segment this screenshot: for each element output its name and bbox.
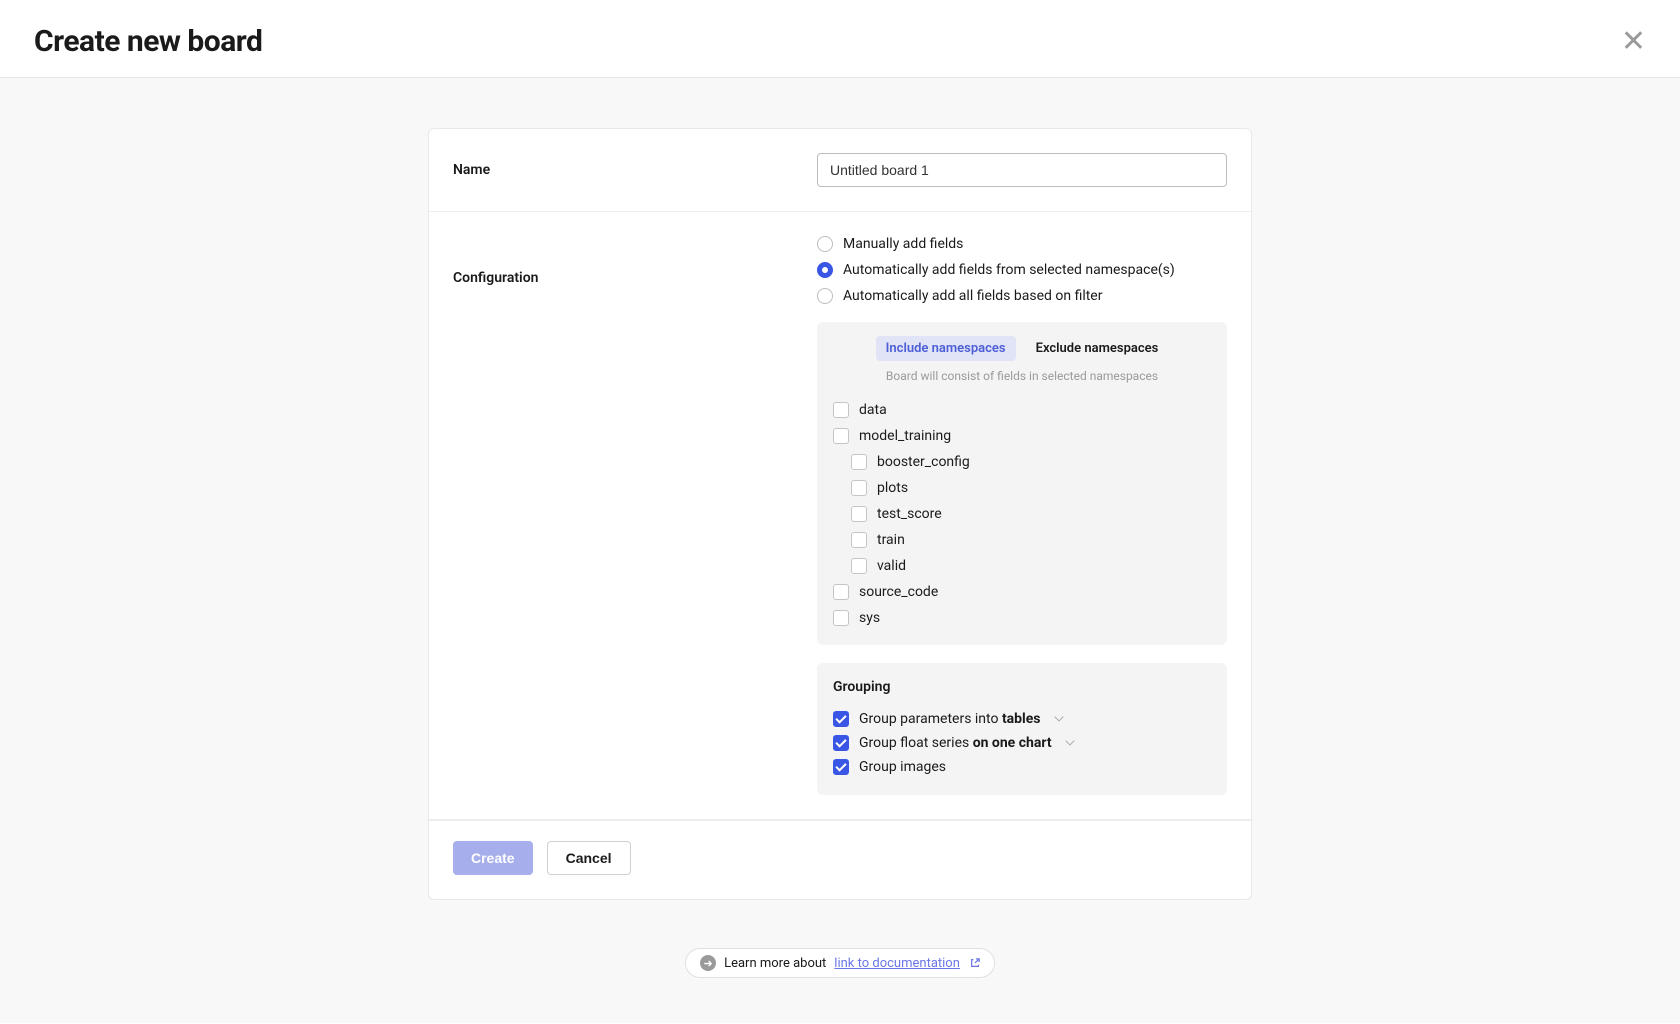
namespace-item-label: train [877, 532, 905, 548]
close-icon[interactable]: ✕ [1621, 27, 1646, 57]
checkbox-icon[interactable] [833, 735, 849, 751]
checkbox-icon[interactable] [833, 402, 849, 418]
grouping-item-label: Group parameters into tables [859, 711, 1041, 727]
radio-label: Automatically add all fields based on fi… [843, 288, 1102, 304]
grouping-item-images[interactable]: Group images [833, 755, 1211, 779]
chevron-down-icon[interactable] [1054, 712, 1063, 721]
chevron-down-icon[interactable] [1065, 736, 1074, 745]
radio-icon [817, 262, 833, 278]
namespace-item-model-training[interactable]: model_training [833, 423, 1211, 449]
row-name: Name [429, 129, 1251, 212]
namespace-item-train[interactable]: train [833, 527, 1211, 553]
row-configuration: Configuration Manually add fields Automa… [429, 212, 1251, 820]
namespace-item-booster-config[interactable]: booster_config [833, 449, 1211, 475]
namespace-item-label: booster_config [877, 454, 970, 470]
configuration-label: Configuration [453, 236, 817, 795]
checkbox-icon[interactable] [851, 454, 867, 470]
radio-icon [817, 236, 833, 252]
checkbox-icon[interactable] [833, 759, 849, 775]
cancel-button[interactable]: Cancel [547, 841, 631, 875]
namespace-tabs: Include namespaces Exclude namespaces [833, 336, 1211, 361]
namespace-item-sys[interactable]: sys [833, 605, 1211, 631]
checkbox-icon[interactable] [851, 532, 867, 548]
namespace-item-label: valid [877, 558, 906, 574]
checkbox-icon[interactable] [851, 558, 867, 574]
tab-include-namespaces[interactable]: Include namespaces [876, 336, 1016, 361]
checkbox-icon[interactable] [833, 711, 849, 727]
radio-label: Automatically add fields from selected n… [843, 262, 1175, 278]
grouping-title: Grouping [833, 679, 1211, 695]
radio-auto-filter[interactable]: Automatically add all fields based on fi… [817, 288, 1227, 304]
namespace-item-label: plots [877, 480, 908, 496]
form-card: Name Configuration Manually add fields A… [428, 128, 1252, 900]
checkbox-icon[interactable] [851, 506, 867, 522]
namespace-tree: data model_training booster_config [833, 397, 1211, 631]
name-label: Name [453, 153, 817, 187]
namespace-item-label: source_code [859, 584, 938, 600]
namespace-panel: Include namespaces Exclude namespaces Bo… [817, 322, 1227, 645]
modal-header: Create new board ✕ [0, 0, 1680, 78]
grouping-item-parameters[interactable]: Group parameters into tables [833, 707, 1211, 731]
checkbox-icon[interactable] [833, 610, 849, 626]
namespace-item-source-code[interactable]: source_code [833, 579, 1211, 605]
modal-body: Name Configuration Manually add fields A… [0, 78, 1680, 1023]
checkbox-icon[interactable] [851, 480, 867, 496]
create-button[interactable]: Create [453, 841, 533, 875]
radio-label: Manually add fields [843, 236, 963, 252]
radio-auto-namespace[interactable]: Automatically add fields from selected n… [817, 262, 1227, 278]
namespace-item-data[interactable]: data [833, 397, 1211, 423]
learn-more-text: Learn more about [724, 956, 826, 971]
namespace-item-label: sys [859, 610, 880, 626]
namespace-item-label: data [859, 402, 887, 418]
namespace-item-test-score[interactable]: test_score [833, 501, 1211, 527]
arrow-right-circle-icon: ➜ [700, 955, 716, 971]
tab-exclude-namespaces[interactable]: Exclude namespaces [1026, 336, 1169, 361]
namespace-item-label: test_score [877, 506, 942, 522]
namespace-hint: Board will consist of fields in selected… [833, 369, 1211, 383]
form-footer: Create Cancel [429, 820, 1251, 899]
learn-more-pill: ➜ Learn more about link to documentation [685, 948, 995, 978]
namespace-item-label: model_training [859, 428, 951, 444]
namespace-item-valid[interactable]: valid [833, 553, 1211, 579]
namespace-item-plots[interactable]: plots [833, 475, 1211, 501]
name-input[interactable] [817, 153, 1227, 187]
learn-more-link[interactable]: link to documentation [834, 956, 960, 971]
grouping-item-series[interactable]: Group float series on one chart [833, 731, 1211, 755]
checkbox-icon[interactable] [833, 428, 849, 444]
external-link-icon [970, 958, 980, 968]
radio-manual[interactable]: Manually add fields [817, 236, 1227, 252]
grouping-item-label: Group float series on one chart [859, 735, 1052, 751]
grouping-panel: Grouping Group parameters into tables Gr… [817, 663, 1227, 795]
grouping-item-label: Group images [859, 759, 946, 775]
modal-title: Create new board [34, 24, 262, 59]
checkbox-icon[interactable] [833, 584, 849, 600]
radio-icon [817, 288, 833, 304]
